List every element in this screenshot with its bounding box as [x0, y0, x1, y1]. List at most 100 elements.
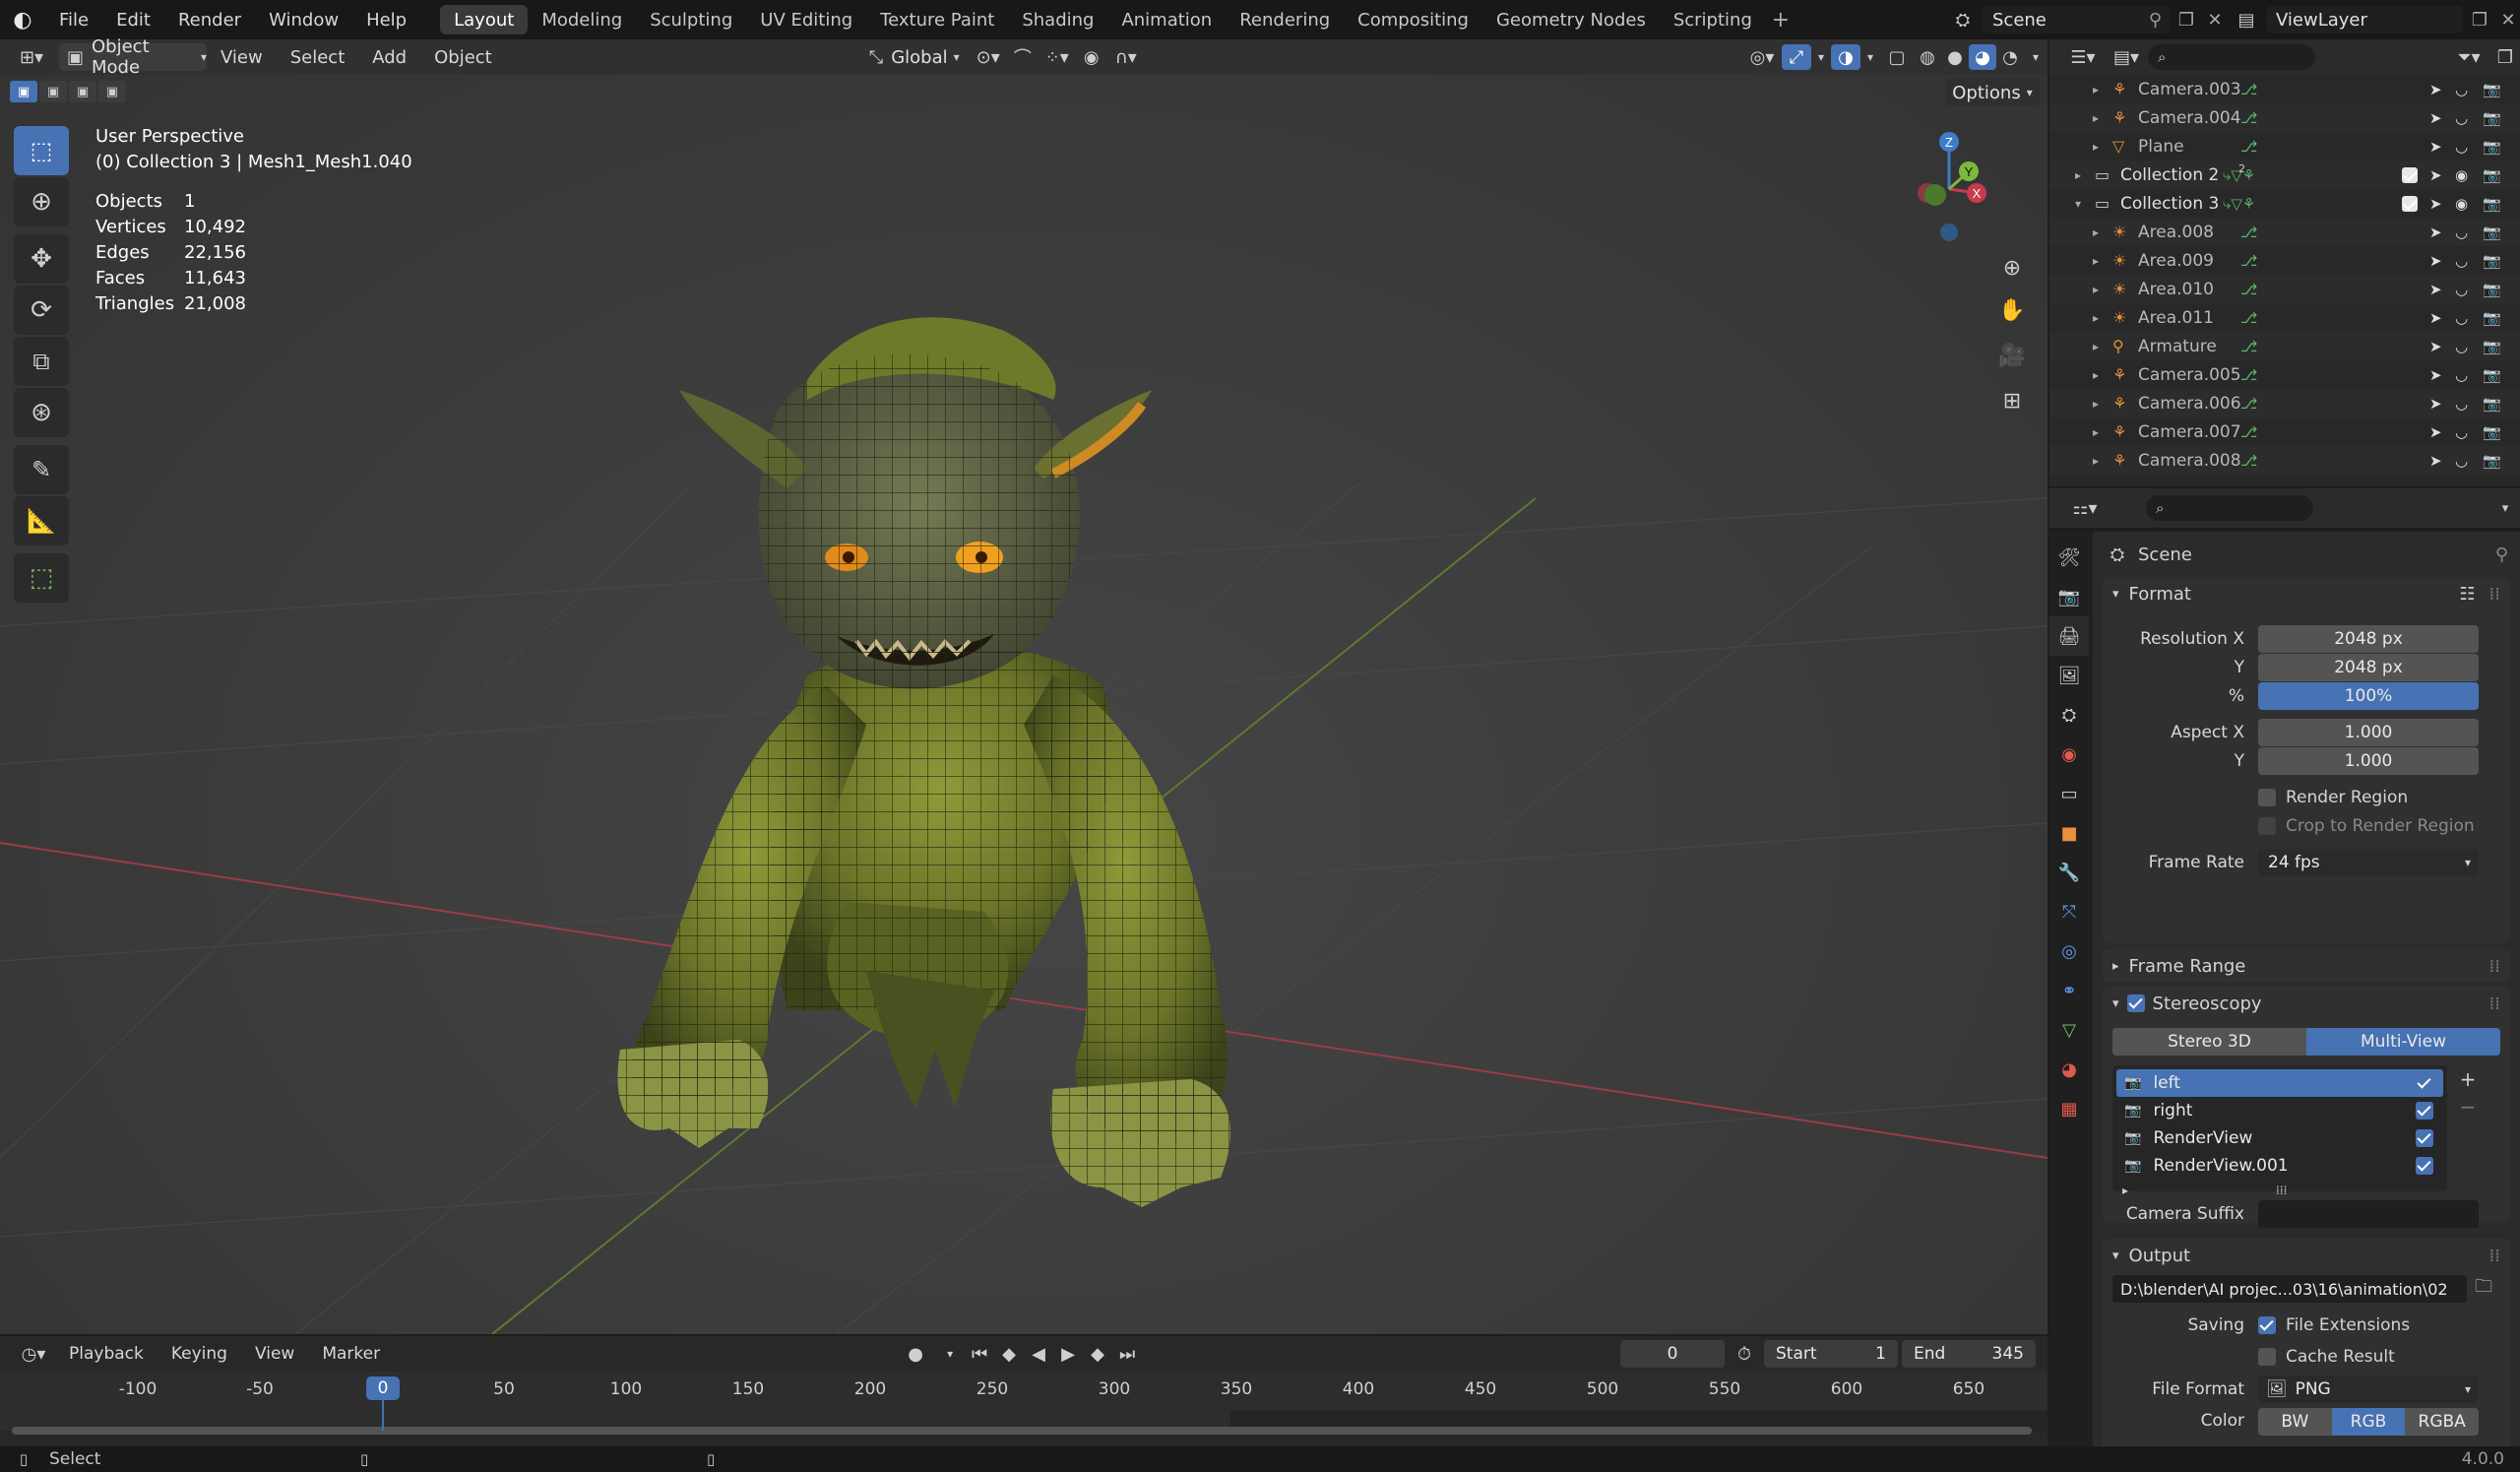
- resolution-y-field[interactable]: 2048 px: [2258, 653, 2479, 681]
- visibility-icon[interactable]: ◎▾: [1742, 47, 1782, 68]
- delete-view-layer-icon[interactable]: ✕: [2496, 10, 2520, 31]
- drag-handle-icon[interactable]: ⁞⁞: [2489, 956, 2500, 977]
- outliner-row[interactable]: ▸ ☀ Area.009 ⎇ ➤ ◡ 📷: [2049, 246, 2520, 275]
- render-camera-icon[interactable]: 📷: [2483, 338, 2501, 355]
- outliner-row[interactable]: ▸ ▽ Plane ⎇ ➤ ◡ 📷: [2049, 132, 2520, 160]
- eye-closed-icon[interactable]: ◡: [2455, 224, 2468, 241]
- view-layer-selector[interactable]: ViewLayer: [2266, 6, 2463, 33]
- render-camera-icon[interactable]: 📷: [2483, 195, 2501, 213]
- snap-target-icon[interactable]: ⁘▾: [1038, 47, 1077, 68]
- drag-handle-icon[interactable]: ⁞⁞: [2489, 584, 2500, 605]
- view-list-item[interactable]: 📷 left: [2116, 1069, 2443, 1097]
- menu-render[interactable]: Render: [164, 0, 255, 39]
- view-enabled-checkbox[interactable]: [2416, 1074, 2433, 1092]
- render-camera-icon[interactable]: 📷: [2483, 224, 2501, 241]
- 3d-viewport[interactable]: ▣ ▣ ▣ ▣ Options ▾ ⬚ ⊕ ✥ ⟳ ⧉ ⊛ ✎ 📐 ⬚ User…: [0, 75, 2048, 1334]
- stopwatch-icon[interactable]: ⏱: [1725, 1344, 1764, 1365]
- frame-range-panel[interactable]: ▸ Frame Range ⁞⁞: [2103, 949, 2510, 983]
- outliner-row[interactable]: ▸ ⚲ Armature ⎇ ➤ ◡ 📷: [2049, 332, 2520, 360]
- selectable-arrow-icon[interactable]: ➤: [2429, 195, 2442, 213]
- editor-type-icon[interactable]: ⊞▾: [12, 47, 51, 68]
- exclude-checkbox[interactable]: [2402, 195, 2418, 212]
- eye-closed-icon[interactable]: ◡: [2455, 81, 2468, 98]
- menu-object[interactable]: Object: [420, 39, 506, 75]
- crop-region-checkbox[interactable]: [2258, 816, 2276, 835]
- tab-geometry-nodes[interactable]: Geometry Nodes: [1482, 5, 1660, 34]
- outliner-row[interactable]: ▸ ⚘ Camera.008 ⎇ ➤ ◡ 📷: [2049, 446, 2520, 475]
- chevron-right-icon[interactable]: ▸: [2093, 111, 2099, 125]
- end-frame-field[interactable]: End 345: [1902, 1340, 2036, 1368]
- keying-set-icon[interactable]: ▾: [935, 1347, 965, 1361]
- tab-compositing[interactable]: Compositing: [1344, 5, 1482, 34]
- xray-icon[interactable]: ▢: [1880, 47, 1914, 68]
- tab-sculpting[interactable]: Sculpting: [636, 5, 746, 34]
- chevron-right-icon[interactable]: ▸: [2093, 283, 2099, 296]
- outliner-row[interactable]: ▸ ☀ Area.010 ⎇ ➤ ◡ 📷: [2049, 275, 2520, 303]
- start-frame-field[interactable]: Start 1: [1764, 1340, 1898, 1368]
- ortho-grid-icon[interactable]: ⊞: [1994, 378, 2030, 423]
- chevron-right-icon[interactable]: ▸: [2093, 340, 2099, 353]
- stereo-3d-button[interactable]: Stereo 3D: [2112, 1028, 2306, 1056]
- output-path-input[interactable]: D:\blender\AI projec...03\16\animation\0…: [2112, 1275, 2467, 1303]
- add-view-icon[interactable]: +: [2453, 1065, 2483, 1093]
- outliner-editor-icon[interactable]: ☰▾: [2061, 47, 2105, 68]
- render-camera-icon[interactable]: 📷: [2483, 452, 2501, 470]
- current-frame-field[interactable]: 0: [1620, 1340, 1725, 1368]
- selectable-arrow-icon[interactable]: ➤: [2429, 224, 2442, 241]
- menu-help[interactable]: Help: [352, 0, 420, 39]
- playhead[interactable]: 0: [366, 1376, 400, 1400]
- new-collection-icon[interactable]: ❐: [2490, 47, 2520, 68]
- measure-tool[interactable]: 📐: [14, 496, 69, 545]
- eye-closed-icon[interactable]: ◡: [2455, 423, 2468, 441]
- render-camera-icon[interactable]: 📷: [2483, 366, 2501, 384]
- filter-icon[interactable]: ⏷▾: [2447, 47, 2490, 68]
- delete-scene-icon[interactable]: ✕: [2203, 10, 2227, 31]
- chevron-right-icon[interactable]: ▸: [2093, 397, 2099, 411]
- tab-view-layer[interactable]: 🖼: [2049, 656, 2089, 695]
- render-camera-icon[interactable]: 📷: [2483, 281, 2501, 298]
- file-extensions-checkbox[interactable]: [2258, 1316, 2276, 1334]
- rendered-shading-icon[interactable]: ◔: [1996, 47, 2024, 68]
- tab-constraints[interactable]: ⚭: [2049, 971, 2089, 1010]
- tab-rendering[interactable]: Rendering: [1226, 5, 1344, 34]
- selectable-arrow-icon[interactable]: ➤: [2429, 423, 2442, 441]
- cache-result-checkbox[interactable]: [2258, 1348, 2276, 1366]
- eye-icon[interactable]: ◉: [2455, 166, 2468, 184]
- tab-modifiers[interactable]: 🔧: [2049, 853, 2089, 892]
- jump-start-icon[interactable]: ⏮: [965, 1344, 994, 1365]
- selectable-arrow-icon[interactable]: ➤: [2429, 366, 2442, 384]
- selectable-arrow-icon[interactable]: ➤: [2429, 309, 2442, 327]
- new-scene-icon[interactable]: ❐: [2170, 10, 2203, 31]
- menu-edit[interactable]: Edit: [102, 0, 164, 39]
- outliner-row[interactable]: ▸ ⚘ Camera.003 ⎇ ➤ ◡ 📷: [2049, 75, 2520, 103]
- folder-icon[interactable]: 🗀: [2467, 1274, 2500, 1304]
- move-tool[interactable]: ✥: [14, 234, 69, 284]
- eye-closed-icon[interactable]: ◡: [2455, 109, 2468, 127]
- file-format-dropdown[interactable]: 🖼 PNG ▾: [2258, 1376, 2479, 1403]
- selectable-arrow-icon[interactable]: ➤: [2429, 81, 2442, 98]
- resolution-x-field[interactable]: 2048 px: [2258, 624, 2479, 653]
- render-camera-icon[interactable]: 📷: [2483, 109, 2501, 127]
- frame-rate-dropdown[interactable]: 24 fps ▾: [2258, 848, 2479, 876]
- tab-modeling[interactable]: Modeling: [528, 5, 636, 34]
- view-enabled-checkbox[interactable]: [2416, 1129, 2433, 1147]
- exclude-checkbox[interactable]: [2402, 166, 2418, 183]
- outliner-row[interactable]: ▸ ⚘ Camera.007 ⎇ ➤ ◡ 📷: [2049, 417, 2520, 446]
- snap-icon[interactable]: ⌒: [1008, 44, 1038, 70]
- view-list-item[interactable]: 📷 RenderView.001: [2116, 1152, 2443, 1180]
- selectable-arrow-icon[interactable]: ➤: [2429, 166, 2442, 184]
- solid-shading-icon[interactable]: ●: [1941, 47, 1969, 68]
- menu-add[interactable]: Add: [358, 39, 420, 75]
- tab-object[interactable]: ■: [2049, 813, 2089, 853]
- menu-window[interactable]: Window: [255, 0, 352, 39]
- render-camera-icon[interactable]: 📷: [2483, 395, 2501, 413]
- scene-icon[interactable]: ⛭: [1943, 10, 1983, 31]
- outliner-row[interactable]: ▸ ⚘ Camera.005 ⎇ ➤ ◡ 📷: [2049, 360, 2520, 389]
- wireframe-shading-icon[interactable]: ◍: [1914, 47, 1941, 68]
- output-header[interactable]: ▾ Output ⁞⁞: [2103, 1239, 2510, 1272]
- menu-select[interactable]: Select: [277, 39, 359, 75]
- chevron-right-icon[interactable]: ▸: [2093, 454, 2099, 468]
- render-camera-icon[interactable]: 📷: [2483, 309, 2501, 327]
- aspect-y-field[interactable]: 1.000: [2258, 746, 2479, 775]
- drag-handle-icon[interactable]: ⁞⁞: [2489, 1246, 2500, 1266]
